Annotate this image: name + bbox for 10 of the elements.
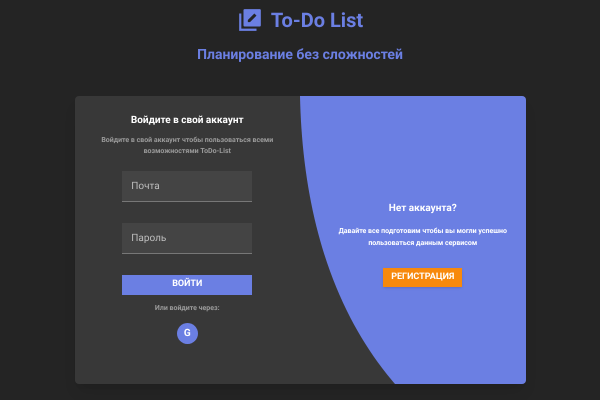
app-title: To-Do List <box>270 7 364 34</box>
app-subtitle: Планирование без сложностей <box>197 46 403 65</box>
signup-button[interactable]: РЕГИСТРАЦИЯ <box>383 268 462 287</box>
google-login-button[interactable]: G <box>176 322 198 344</box>
input-field[interactable]: Пароль <box>122 223 252 254</box>
login-title: Войдите в свой аккаунт <box>130 114 244 128</box>
edit-note-icon <box>236 7 263 33</box>
signup-title: Нет аккаунта? <box>388 202 457 216</box>
input-field[interactable]: Почта <box>122 171 252 202</box>
login-button[interactable]: ВОЙТИ <box>122 275 252 295</box>
